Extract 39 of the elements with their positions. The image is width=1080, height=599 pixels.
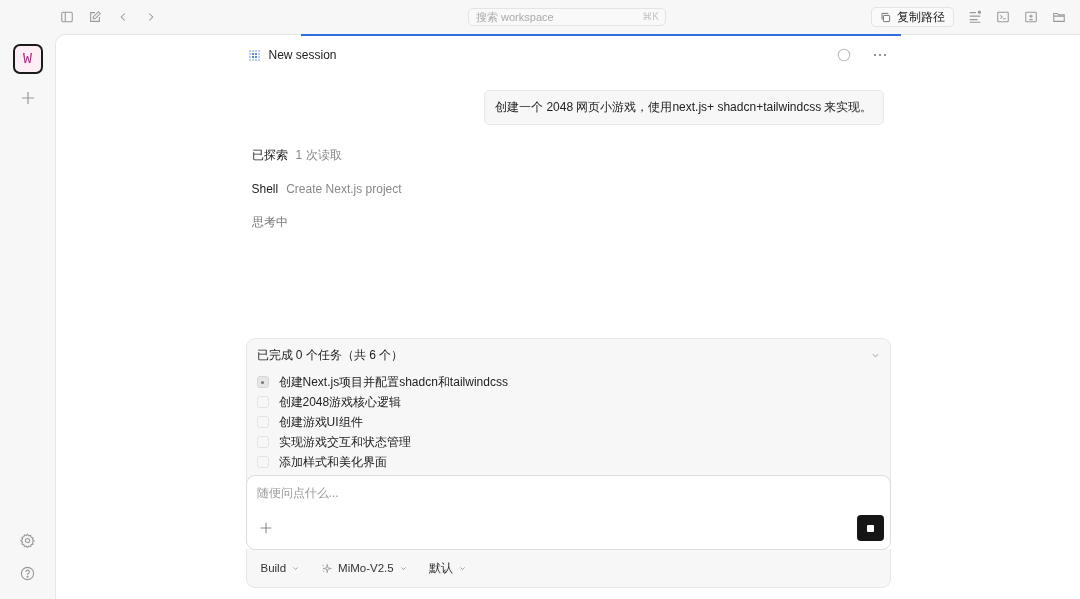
more-icon[interactable]	[872, 53, 887, 57]
task-label: 创建游戏UI组件	[278, 413, 363, 431]
copy-icon	[880, 11, 891, 23]
settings-icon[interactable]	[20, 533, 35, 548]
task-summary: 已完成 0 个任务（共 6 个）	[256, 347, 404, 364]
caret-icon	[399, 564, 407, 572]
status-text: 思考中	[251, 214, 288, 231]
message-input[interactable]: 随便问点什么...	[256, 486, 884, 500]
activity-label: Shell	[251, 182, 279, 196]
activity-detail: 1 次读取	[295, 147, 342, 164]
task-label: 创建2048游戏核心逻辑	[278, 393, 402, 411]
panel-list-icon[interactable]	[968, 10, 982, 24]
task-label: 添加样式和美化界面	[278, 453, 387, 471]
session-title: New session	[268, 48, 337, 62]
task-label: 实现游戏交互和状态管理	[278, 433, 411, 451]
activity-label: 已探索	[251, 147, 288, 164]
copy-path-button[interactable]: 复制路径	[871, 7, 954, 27]
task-label: 创建Next.js项目并配置shadcn和tailwindcss	[278, 373, 508, 391]
caret-icon	[458, 564, 466, 572]
help-icon[interactable]	[20, 566, 35, 581]
add-icon[interactable]	[258, 521, 273, 535]
sparkle-icon	[321, 562, 333, 574]
add-icon[interactable]	[19, 90, 36, 106]
option-dropdown[interactable]: MiMo-V2.5	[321, 562, 407, 574]
chevron-icon[interactable]	[870, 351, 880, 360]
progress-ring-icon	[836, 48, 851, 62]
caret-icon	[292, 564, 300, 572]
workspace-avatar[interactable]: W	[12, 44, 43, 74]
sidebar-toggle-icon[interactable]	[60, 10, 74, 24]
option-dropdown[interactable]: Build	[260, 562, 300, 574]
folder-icon[interactable]	[1052, 10, 1066, 24]
stop-button[interactable]	[856, 515, 884, 541]
activity-detail: Create Next.js project	[286, 182, 402, 196]
new-note-icon[interactable]	[88, 10, 102, 24]
option-dropdown[interactable]: 默认	[428, 560, 466, 576]
diff-icon[interactable]	[1024, 10, 1038, 24]
terminal-icon[interactable]	[996, 10, 1010, 24]
user-message: 创建一个 2048 网页小游戏，使用next.js+ shadcn+tailwindcss 来实现。	[484, 90, 884, 125]
session-icon	[247, 48, 261, 62]
